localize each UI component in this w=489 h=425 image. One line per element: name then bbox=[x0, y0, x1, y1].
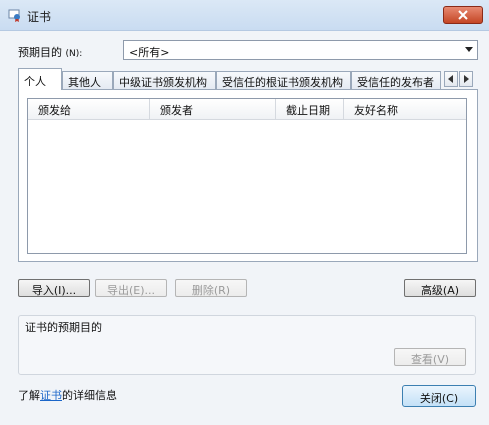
purpose-dropdown-value: <所有> bbox=[129, 46, 170, 59]
tab-label: 中级证书颁发机构 bbox=[119, 76, 207, 89]
dialog-body: 预期目的 (N): <所有> 个人 其他人 中级证书颁发机构 受信任的根证书颁发… bbox=[0, 31, 489, 425]
certificate-purposes-group: 证书的预期目的 查看(V) bbox=[18, 315, 476, 375]
view-button[interactable]: 查看(V) bbox=[394, 348, 466, 366]
learn-more-text: 了解证书的详细信息 bbox=[18, 387, 117, 403]
column-header-expiration-date[interactable]: 截止日期 bbox=[276, 99, 344, 119]
column-header-friendly-name[interactable]: 友好名称 bbox=[344, 99, 466, 119]
tab-label: 受信任的发布者 bbox=[357, 76, 434, 89]
purpose-label-accel: (N): bbox=[65, 49, 83, 59]
chevron-right-icon bbox=[464, 75, 469, 83]
tab-trusted-root-ca[interactable]: 受信任的根证书颁发机构 bbox=[216, 71, 351, 89]
column-header-issued-by[interactable]: 颁发者 bbox=[150, 99, 276, 119]
purpose-label: 预期目的 (N): bbox=[18, 44, 82, 60]
tab-strip: 个人 其他人 中级证书颁发机构 受信任的根证书颁发机构 受信任的发布者 bbox=[18, 68, 478, 90]
column-header-label: 友好名称 bbox=[354, 104, 398, 117]
tab-scroll-left-button[interactable] bbox=[444, 71, 458, 87]
advanced-button[interactable]: 高级(A) bbox=[404, 279, 476, 297]
column-header-label: 截止日期 bbox=[286, 104, 330, 117]
purpose-label-text: 预期目的 bbox=[18, 46, 62, 59]
certificate-list[interactable]: 颁发给 颁发者 截止日期 友好名称 bbox=[27, 98, 467, 254]
window-title: 证书 bbox=[27, 10, 52, 24]
tab-personal[interactable]: 个人 bbox=[18, 68, 62, 90]
column-header-label: 颁发者 bbox=[160, 104, 193, 117]
column-header-issued-to[interactable]: 颁发给 bbox=[28, 99, 150, 119]
certificates-dialog: 证书 预期目的 (N): <所有> 个人 其他人 中级证书颁发机构 受信任的根证… bbox=[0, 0, 489, 425]
certificates-help-link[interactable]: 证书 bbox=[40, 389, 62, 402]
close-button[interactable]: 关闭(C) bbox=[402, 385, 476, 407]
tab-intermediate-ca[interactable]: 中级证书颁发机构 bbox=[113, 71, 216, 89]
chevron-left-icon bbox=[448, 75, 453, 83]
certificate-app-icon bbox=[8, 8, 22, 22]
column-header-label: 颁发给 bbox=[38, 104, 71, 117]
group-legend: 证书的预期目的 bbox=[25, 321, 102, 334]
learn-more-suffix: 的详细信息 bbox=[62, 389, 117, 402]
tab-label: 受信任的根证书颁发机构 bbox=[222, 76, 343, 89]
tab-label: 其他人 bbox=[68, 76, 101, 89]
export-button[interactable]: 导出(E)... bbox=[95, 279, 167, 297]
import-button[interactable]: 导入(I)... bbox=[18, 279, 90, 297]
learn-more-prefix: 了解 bbox=[18, 389, 40, 402]
list-header: 颁发给 颁发者 截止日期 友好名称 bbox=[28, 99, 466, 120]
purpose-dropdown[interactable]: <所有> bbox=[123, 40, 478, 60]
tab-other-people[interactable]: 其他人 bbox=[62, 71, 113, 89]
delete-button[interactable]: 删除(R) bbox=[175, 279, 247, 297]
tab-panel-personal: 颁发给 颁发者 截止日期 友好名称 bbox=[18, 89, 478, 262]
title-bar[interactable]: 证书 bbox=[0, 0, 489, 31]
window-close-button[interactable] bbox=[443, 6, 483, 24]
tab-scroll-right-button[interactable] bbox=[459, 71, 473, 87]
tab-label: 个人 bbox=[24, 75, 46, 88]
close-icon bbox=[458, 10, 468, 20]
tab-trusted-publishers[interactable]: 受信任的发布者 bbox=[351, 71, 441, 89]
chevron-down-icon bbox=[465, 47, 473, 52]
